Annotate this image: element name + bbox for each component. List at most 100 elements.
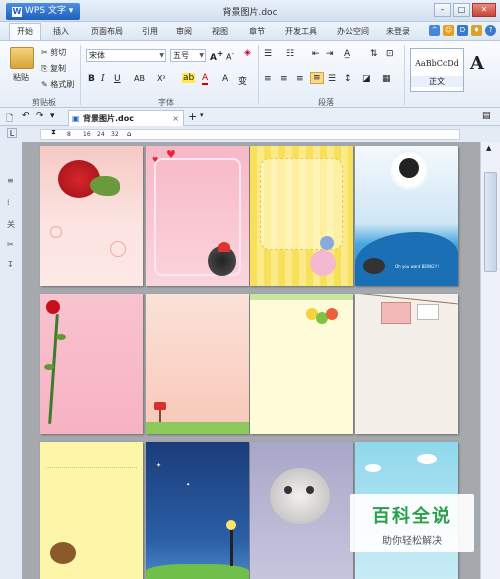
font-color-button[interactable]: A bbox=[202, 73, 209, 85]
text-direction-icon[interactable]: A̲ bbox=[344, 49, 350, 59]
background-page-peach-mailbox[interactable] bbox=[146, 294, 249, 434]
tab-view[interactable]: 视图 bbox=[212, 24, 228, 40]
style-normal-card[interactable]: AaBbCcDd 正文 bbox=[410, 48, 464, 92]
superscript-button[interactable]: X² bbox=[157, 74, 166, 83]
mailbox-post bbox=[159, 410, 161, 422]
font-name-select[interactable]: 宋体 ▼ bbox=[86, 49, 166, 62]
scrollbar-thumb[interactable] bbox=[484, 172, 497, 272]
distributed-align-icon[interactable]: ☰ bbox=[328, 74, 336, 84]
minimize-button[interactable]: – bbox=[434, 3, 451, 17]
bullet-list-icon[interactable]: ☰ bbox=[264, 49, 272, 59]
cat-character bbox=[363, 258, 385, 274]
background-page-pink-hearts[interactable]: ♥ ♥ bbox=[146, 146, 249, 286]
tab-office-space[interactable]: 办公空间 bbox=[337, 24, 369, 40]
line-spacing-icon[interactable]: ↕ bbox=[344, 74, 352, 84]
numbered-list-icon[interactable]: ☷ bbox=[286, 49, 294, 59]
boy-character bbox=[399, 158, 419, 178]
ruler-row: L ⧗ 8 16 24 32 ⌂ bbox=[0, 126, 500, 142]
background-page-kitten[interactable] bbox=[250, 442, 353, 579]
redo-icon[interactable]: ↷ bbox=[36, 111, 44, 121]
tab-stop-selector[interactable]: L bbox=[7, 128, 17, 138]
background-page-night-sky[interactable]: ✦ ✦ bbox=[146, 442, 249, 579]
border-icon[interactable]: ▦ bbox=[382, 74, 391, 84]
italic-button[interactable]: I bbox=[101, 74, 105, 84]
strikethrough-button[interactable]: AB bbox=[134, 74, 145, 83]
outline-icon[interactable]: ≡ bbox=[7, 176, 14, 185]
bold-button[interactable]: B bbox=[88, 74, 95, 84]
indent-marker-icon[interactable]: ⧗ bbox=[51, 128, 56, 137]
format-painter-button[interactable]: ✎ 格式刷 bbox=[41, 79, 74, 90]
leaf-image bbox=[56, 334, 66, 340]
align-right-icon[interactable]: ≡ bbox=[296, 74, 304, 84]
divider bbox=[404, 45, 405, 105]
paste-button[interactable]: 粘贴 bbox=[13, 72, 29, 83]
background-page-red-rose[interactable] bbox=[40, 146, 143, 286]
char-border-icon[interactable]: A bbox=[222, 74, 228, 84]
tab-developer-tools[interactable]: 开发工具 bbox=[285, 24, 317, 40]
tab-insert[interactable]: 插入 bbox=[53, 24, 69, 40]
background-page-cream-fruit[interactable] bbox=[250, 294, 353, 434]
help-icon[interactable]: ? bbox=[485, 25, 496, 36]
gift-icon[interactable]: ♦ bbox=[471, 25, 482, 36]
close-window-button[interactable]: ✕ bbox=[472, 3, 496, 17]
undo-icon[interactable]: ↶ bbox=[22, 111, 30, 121]
cartoon-character bbox=[310, 250, 336, 276]
new-doc-icon[interactable]: 🗋 bbox=[6, 111, 13, 127]
background-page-pink-rose-vine[interactable] bbox=[40, 294, 143, 434]
new-style-button[interactable]: A bbox=[470, 53, 484, 74]
show-marks-icon[interactable]: ⊡ bbox=[386, 49, 394, 59]
skin-icon[interactable]: ☺ bbox=[443, 25, 454, 36]
document-tab[interactable]: ▣ 背景图片.doc × bbox=[68, 110, 184, 126]
align-left-icon[interactable]: ≡ bbox=[264, 74, 272, 84]
split-icon[interactable]: ⁞ bbox=[7, 198, 10, 207]
doc-file-icon: ▣ bbox=[72, 114, 80, 123]
highlight-button[interactable]: ab bbox=[182, 73, 196, 83]
quick-access-dropdown-icon[interactable]: ▾ bbox=[50, 111, 55, 121]
tab-dropdown-icon[interactable]: ▾ bbox=[200, 111, 204, 119]
tab-page-layout[interactable]: 页面布局 bbox=[91, 24, 123, 40]
tab-home[interactable]: 开始 bbox=[9, 23, 41, 40]
phonetic-button[interactable]: 变 bbox=[238, 74, 247, 87]
cut-pane-icon[interactable]: ✂ bbox=[7, 240, 14, 249]
font-size-select[interactable]: 五号 ▼ bbox=[170, 49, 206, 62]
background-page-yellow-bear[interactable] bbox=[40, 442, 143, 579]
paste-icon[interactable] bbox=[10, 47, 34, 69]
ruler-number: 16 bbox=[83, 131, 91, 138]
leaf-image bbox=[44, 364, 54, 370]
close-pane-icon[interactable]: 关 bbox=[7, 219, 15, 230]
collapse-ribbon-icon[interactable]: ^ bbox=[429, 25, 440, 36]
cut-button[interactable]: ✂ 剪切 bbox=[41, 47, 66, 58]
underline-button[interactable]: U bbox=[114, 74, 121, 84]
horizontal-ruler[interactable]: ⧗ 8 16 24 32 ⌂ bbox=[40, 128, 460, 140]
grow-font-button[interactable]: A+ bbox=[210, 49, 223, 63]
align-center-icon[interactable]: ≡ bbox=[280, 74, 288, 84]
shading-icon[interactable]: ◪ bbox=[362, 74, 371, 84]
vertical-scrollbar[interactable]: ▲ bbox=[480, 142, 500, 579]
leaf-image bbox=[90, 176, 120, 196]
maximize-button[interactable]: □ bbox=[453, 3, 470, 17]
tab-review[interactable]: 审阅 bbox=[176, 24, 192, 40]
increase-indent-icon[interactable]: ⇥ bbox=[326, 49, 334, 59]
background-page-cream-letter[interactable] bbox=[355, 294, 458, 434]
right-indent-marker-icon[interactable]: ⌂ bbox=[127, 130, 131, 138]
justify-icon[interactable]: ≡ bbox=[310, 72, 324, 84]
copy-button[interactable]: ⎘ 复制 bbox=[41, 63, 66, 74]
shrink-font-button[interactable]: A- bbox=[226, 50, 234, 62]
scroll-up-icon[interactable]: ▲ bbox=[486, 144, 491, 152]
tab-references[interactable]: 引用 bbox=[142, 24, 158, 40]
new-tab-button[interactable]: + bbox=[188, 110, 197, 123]
tab-section[interactable]: 章节 bbox=[249, 24, 265, 40]
background-page-yellow-stripes[interactable] bbox=[250, 146, 353, 286]
menu-tab-bar: 开始 插入 页面布局 引用 审阅 视图 章节 开发工具 办公空间 未登录 ^ ☺… bbox=[0, 22, 500, 40]
decrease-indent-icon[interactable]: ⇤ bbox=[312, 49, 320, 59]
sort-icon[interactable]: ⇅ bbox=[370, 49, 378, 59]
login-status[interactable]: 未登录 bbox=[386, 24, 410, 40]
document-icon[interactable]: D bbox=[457, 25, 468, 36]
close-tab-icon[interactable]: × bbox=[172, 111, 179, 126]
background-page-blue-wave[interactable]: Oh you want BEING!!! bbox=[355, 146, 458, 286]
panel-toggle-icon[interactable]: ▤ bbox=[482, 111, 491, 121]
navigate-icon[interactable]: ↧ bbox=[7, 260, 14, 269]
chevron-down-icon: ▼ bbox=[199, 52, 204, 59]
hanging-card bbox=[417, 304, 439, 320]
clear-format-icon[interactable]: ◈ bbox=[244, 48, 251, 58]
